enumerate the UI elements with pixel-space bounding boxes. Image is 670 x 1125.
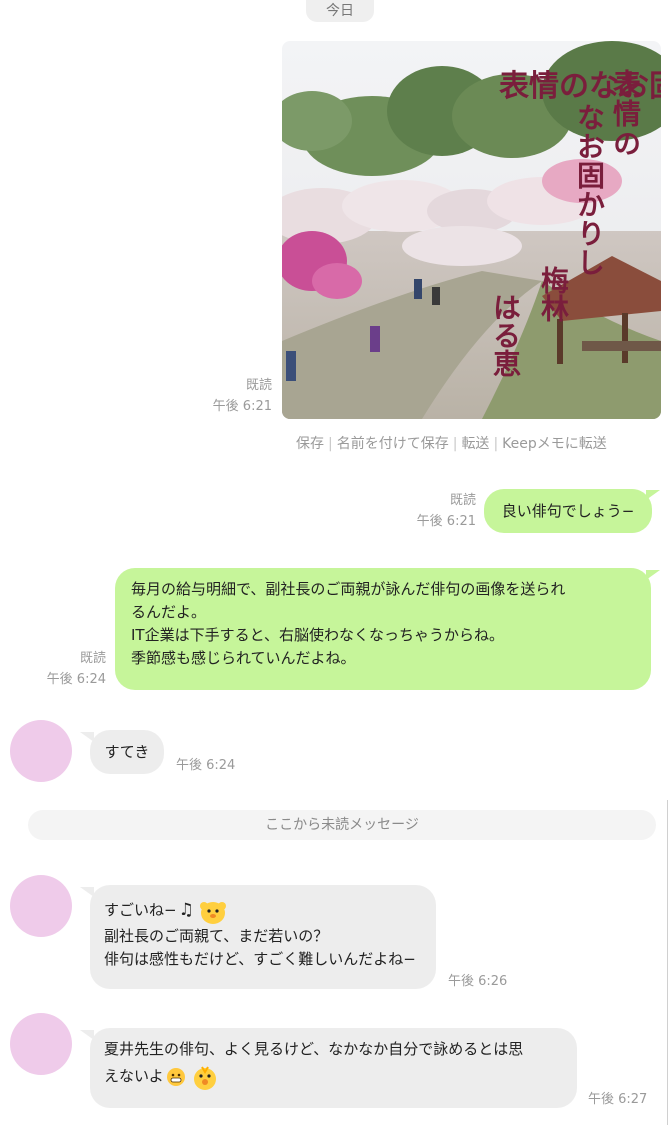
message-text: すてき: [104, 743, 150, 761]
message-time: 午後 6:21: [212, 399, 272, 414]
separator: |: [493, 436, 499, 452]
poem-author: はる恵: [489, 293, 522, 377]
received-message-2-bubble[interactable]: すごいね− ♫ 副社長のご両親て、まだ若いの？ 俳句は感性もだけど、すごく難しいん…: [90, 885, 436, 989]
sent-message-2-bubble[interactable]: 毎月の給与明細で、副社長のご両親が詠んだ俳句の画像を送られ るんだよ。 IT企業…: [115, 568, 651, 690]
read-receipt: 既読: [245, 378, 272, 393]
date-divider: 今日: [306, 0, 374, 22]
save-link[interactable]: 保存: [296, 436, 324, 452]
keep-memo-link[interactable]: Keepメモに転送: [502, 436, 607, 452]
message-time: 午後 6:27: [588, 1092, 648, 1107]
image-action-bar: 保存 | 名前を付けて保存 | 転送 | Keepメモに転送: [296, 433, 607, 453]
poem-subject: 梅林: [537, 266, 570, 322]
poem-line-2: なお固かりし: [573, 103, 606, 277]
message-time: 午後 6:26: [448, 974, 508, 989]
message-line: 毎月の給与明細で、副社長のご両親が詠んだ俳句の画像を送られ: [131, 580, 566, 598]
read-receipt: 既読: [449, 493, 476, 508]
poem-line-1: 表情の: [609, 69, 642, 159]
friend-avatar[interactable]: [10, 720, 72, 782]
scrollbar-track[interactable]: [667, 800, 668, 1125]
sent-message-2-meta: 既読 午後 6:24: [30, 648, 106, 690]
music-note-icon: ♫: [178, 900, 194, 920]
message-time: 午後 6:21: [416, 514, 476, 529]
chick-sticker-icon: [193, 1065, 216, 1090]
sent-message-1-bubble[interactable]: 良い俳句でしょう−: [484, 489, 652, 533]
message-line: 季節感も感じられていんだよね。: [131, 649, 356, 667]
friend-avatar[interactable]: [10, 1013, 72, 1075]
message-text: すごいね−: [104, 901, 177, 919]
received-message-1-bubble[interactable]: すてき: [90, 730, 164, 774]
received-message-3-bubble[interactable]: 夏井先生の俳句、よく見るけど、なかなか自分で詠めるとは思 えないよ: [90, 1028, 577, 1108]
forward-link[interactable]: 転送: [461, 436, 489, 452]
save-as-link[interactable]: 名前を付けて保存: [337, 436, 449, 452]
message-line: 俳句は感性もだけど、すごく難しいんだよね−: [104, 950, 416, 968]
sent-message-1-meta: 既読 午後 6:21: [400, 490, 476, 532]
grinning-face-icon: [166, 1067, 185, 1086]
message-time: 午後 6:24: [176, 758, 236, 773]
message-line: すごいね− ♫: [104, 895, 422, 925]
unread-divider: ここから未読メッセージ: [28, 810, 656, 840]
message-line: えないよ: [104, 1061, 563, 1091]
read-receipt: 既読: [79, 651, 106, 666]
friend-avatar[interactable]: [10, 875, 72, 937]
message-line: IT企業は下手すると、右脳使わなくなっちゃうからね。: [131, 626, 504, 644]
message-line: 夏井先生の俳句、よく見るけど、なかなか自分で詠めるとは思: [104, 1040, 524, 1058]
chick-sticker-icon: [199, 901, 226, 924]
message-line: るんだよ。: [131, 603, 207, 621]
message-line: 副社長のご両親て、まだ若いの？: [104, 927, 329, 945]
message-time: 午後 6:24: [46, 672, 106, 687]
separator: |: [328, 436, 333, 452]
separator: |: [452, 436, 458, 452]
message-text: えないよ: [104, 1067, 164, 1085]
photo-message-meta: 既読 午後 6:21: [200, 375, 272, 417]
shared-haiku-image[interactable]: 表情のなお固かりし 表情の なお固かりし 梅林 はる恵: [282, 41, 661, 419]
message-text: 良い俳句でしょう−: [501, 502, 635, 520]
